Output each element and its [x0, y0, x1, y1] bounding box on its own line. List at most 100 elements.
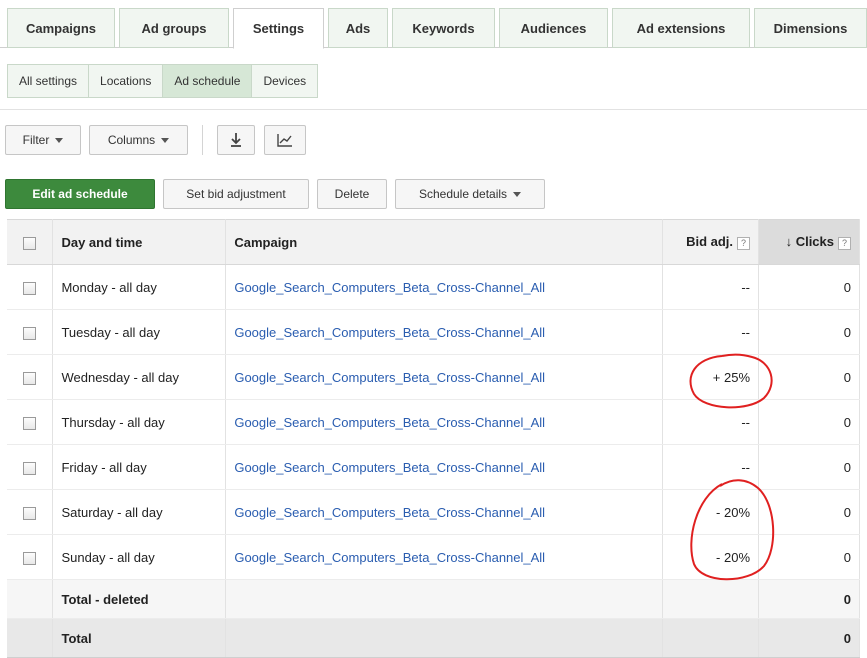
sort-down-icon: ↓ — [785, 234, 793, 250]
campaign-link[interactable]: Google_Search_Computers_Beta_Cross-Chann… — [225, 399, 664, 445]
empty-cell — [225, 618, 664, 658]
ad-schedule-table: Day and time Campaign Bid adj.? ↓ Clicks… — [7, 219, 860, 658]
table-row: Thursday - all day Google_Search_Compute… — [7, 399, 860, 445]
day-cell: Tuesday - all day — [52, 309, 227, 355]
table-row: Monday - all day Google_Search_Computers… — [7, 264, 860, 310]
download-icon — [231, 133, 241, 147]
column-header-clicks[interactable]: ↓ Clicks? — [758, 219, 860, 265]
empty-cell — [662, 579, 760, 619]
tab-audiences[interactable]: Audiences — [499, 8, 608, 48]
divider — [0, 109, 867, 110]
subtab-ad-schedule[interactable]: Ad schedule — [163, 65, 253, 97]
row-checkbox[interactable] — [23, 551, 37, 565]
table-row: Saturday - all day Google_Search_Compute… — [7, 489, 860, 535]
total-label: Total — [52, 618, 227, 658]
schedule-details-button[interactable]: Schedule details — [395, 179, 545, 209]
bid-adj-cell[interactable]: - 20% — [662, 534, 760, 580]
campaign-link[interactable]: Google_Search_Computers_Beta_Cross-Chann… — [225, 534, 664, 580]
table-row: Tuesday - all day Google_Search_Computer… — [7, 309, 860, 355]
day-cell: Friday - all day — [52, 444, 227, 490]
select-all-cell — [7, 219, 54, 265]
bid-adj-cell[interactable]: + 25% — [662, 354, 760, 400]
tab-campaigns[interactable]: Campaigns — [7, 8, 115, 48]
table-row: Sunday - all day Google_Search_Computers… — [7, 534, 860, 580]
row-checkbox[interactable] — [23, 371, 37, 385]
total-deleted-label: Total - deleted — [52, 579, 227, 619]
row-select-cell — [7, 264, 54, 310]
row-select-cell — [7, 399, 54, 445]
chart-icon — [277, 134, 292, 147]
campaign-link[interactable]: Google_Search_Computers_Beta_Cross-Chann… — [225, 489, 664, 535]
tab-settings[interactable]: Settings — [233, 8, 324, 49]
table-row: Friday - all day Google_Search_Computers… — [7, 444, 860, 490]
row-checkbox[interactable] — [23, 506, 37, 520]
row-checkbox[interactable] — [23, 461, 37, 475]
day-cell: Thursday - all day — [52, 399, 227, 445]
empty-cell — [7, 618, 54, 658]
clicks-cell: 0 — [758, 354, 860, 400]
help-icon[interactable]: ? — [838, 236, 851, 250]
delete-button[interactable]: Delete — [317, 179, 387, 209]
subtab-all-settings[interactable]: All settings — [8, 65, 90, 97]
chart-button[interactable] — [264, 125, 306, 155]
chevron-down-icon — [513, 191, 522, 197]
columns-button[interactable]: Columns — [89, 125, 188, 155]
row-select-cell — [7, 534, 54, 580]
select-all-checkbox[interactable] — [23, 236, 37, 250]
row-select-cell — [7, 354, 54, 400]
download-button[interactable] — [217, 125, 255, 155]
row-select-cell — [7, 309, 54, 355]
row-checkbox[interactable] — [23, 326, 37, 340]
column-header-day[interactable]: Day and time — [52, 219, 227, 265]
row-checkbox[interactable] — [23, 416, 37, 430]
total-row: Total 0 — [7, 618, 860, 658]
clicks-cell: 0 — [758, 534, 860, 580]
campaign-link[interactable]: Google_Search_Computers_Beta_Cross-Chann… — [225, 354, 664, 400]
bid-adj-cell[interactable]: -- — [662, 444, 760, 490]
bid-adj-cell[interactable]: -- — [662, 264, 760, 310]
clicks-cell: 0 — [758, 489, 860, 535]
help-icon[interactable]: ? — [737, 236, 751, 250]
clicks-cell: 0 — [758, 309, 860, 355]
bid-adj-cell[interactable]: -- — [662, 309, 760, 355]
tab-dimensions[interactable]: Dimensions — [754, 8, 867, 48]
row-select-cell — [7, 489, 54, 535]
schedule-details-label: Schedule details — [418, 187, 508, 201]
bid-adj-cell[interactable]: -- — [662, 399, 760, 445]
total-deleted-clicks: 0 — [758, 579, 860, 619]
campaign-tabs: Campaigns Ad groups Settings Ads Keyword… — [0, 0, 867, 49]
table-row: Wednesday - all day Google_Search_Comput… — [7, 354, 860, 400]
day-cell: Wednesday - all day — [52, 354, 227, 400]
clicks-cell: 0 — [758, 264, 860, 310]
day-cell: Sunday - all day — [52, 534, 227, 580]
filter-button[interactable]: Filter — [5, 125, 81, 155]
subtab-devices[interactable]: Devices — [252, 65, 318, 97]
row-checkbox[interactable] — [23, 281, 37, 295]
tab-keywords[interactable]: Keywords — [392, 8, 495, 48]
empty-cell — [225, 579, 664, 619]
chevron-down-icon — [161, 137, 170, 143]
edit-ad-schedule-button[interactable]: Edit ad schedule — [5, 179, 155, 209]
subtab-locations[interactable]: Locations — [89, 65, 164, 97]
columns-label: Columns — [107, 133, 156, 147]
column-header-bid-adj[interactable]: Bid adj.? — [662, 219, 760, 265]
day-cell: Saturday - all day — [52, 489, 227, 535]
tab-ad-groups[interactable]: Ad groups — [119, 8, 229, 48]
tab-ads[interactable]: Ads — [328, 8, 388, 48]
campaign-link[interactable]: Google_Search_Computers_Beta_Cross-Chann… — [225, 309, 664, 355]
total-clicks: 0 — [758, 618, 860, 658]
empty-cell — [7, 579, 54, 619]
column-header-campaign[interactable]: Campaign — [225, 219, 664, 265]
campaign-link[interactable]: Google_Search_Computers_Beta_Cross-Chann… — [225, 264, 664, 310]
clicks-cell: 0 — [758, 399, 860, 445]
day-cell: Monday - all day — [52, 264, 227, 310]
bid-adj-cell[interactable]: - 20% — [662, 489, 760, 535]
chevron-down-icon — [55, 137, 64, 143]
row-select-cell — [7, 444, 54, 490]
bid-adj-label: Bid adj. — [686, 234, 734, 250]
clicks-label: Clicks — [795, 234, 834, 250]
campaign-link[interactable]: Google_Search_Computers_Beta_Cross-Chann… — [225, 444, 664, 490]
table-header-row: Day and time Campaign Bid adj.? ↓ Clicks… — [7, 219, 860, 265]
tab-ad-extensions[interactable]: Ad extensions — [612, 8, 750, 48]
set-bid-adjustment-button[interactable]: Set bid adjustment — [163, 179, 309, 209]
